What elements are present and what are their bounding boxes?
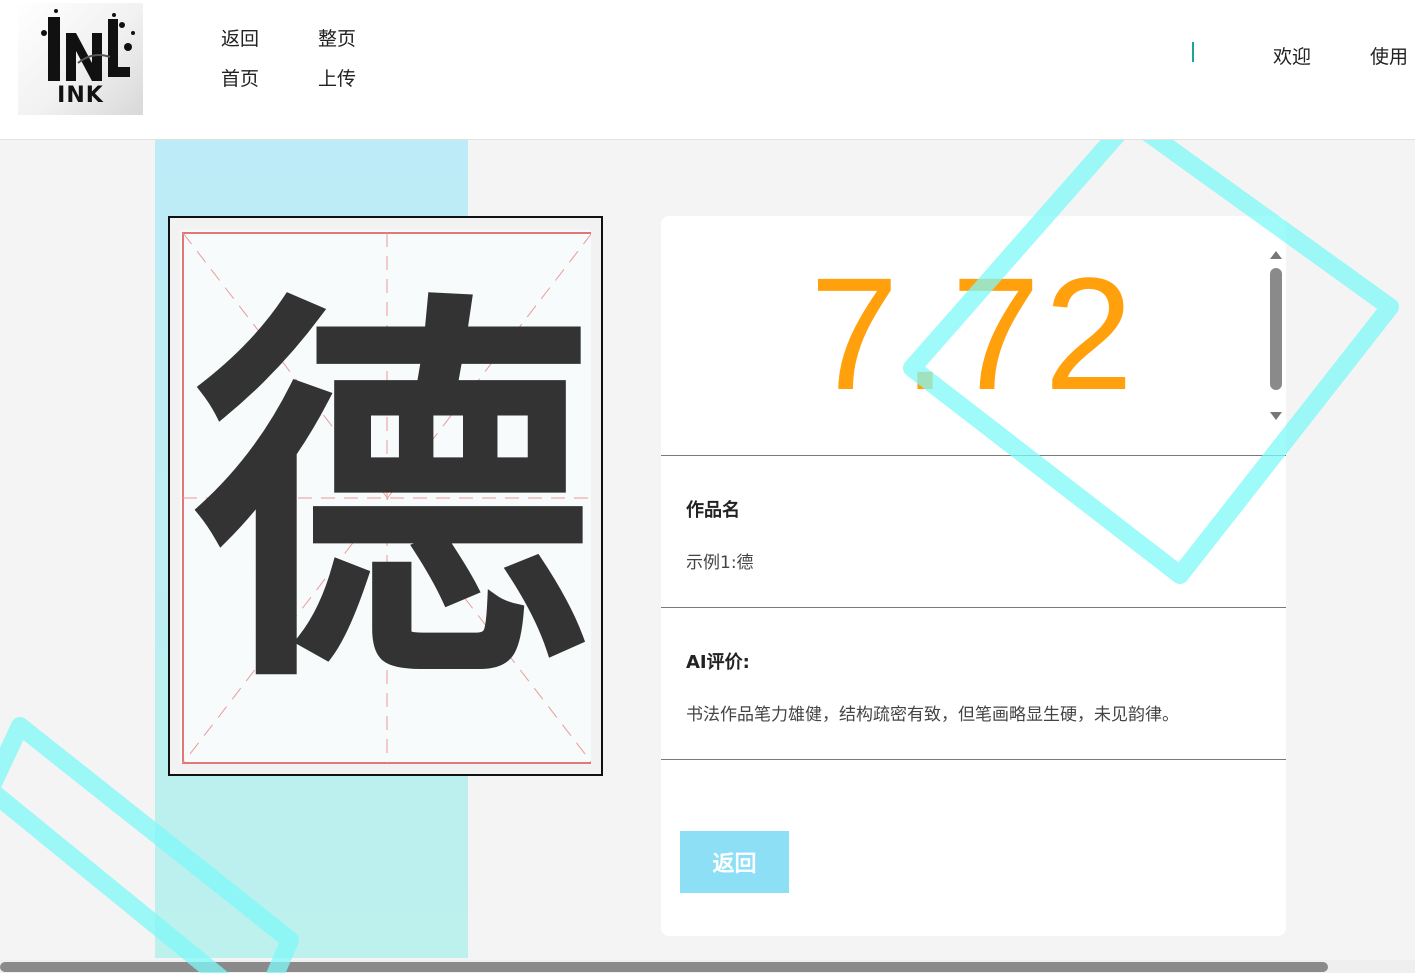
top-header: INK 返回 整页 首页 上传 欢迎 使用 [0,0,1415,140]
nav-upload-link[interactable]: 上传 [318,64,356,91]
nav-back-link[interactable]: 返回 [221,24,259,51]
scroll-down-arrow-icon[interactable] [1270,412,1282,420]
ai-review-label: AI评价: [686,652,750,673]
divider [661,759,1286,760]
scroll-up-arrow-icon[interactable] [1270,251,1282,259]
page-horizontal-scrollbar-thumb[interactable] [0,962,1328,972]
divider [661,455,1286,456]
ai-review-text: 书法作品笔力雄健，结构疏密有致，但笔画略显生硬，未见韵律。 [686,705,1179,725]
header-accent-bar [1192,42,1194,62]
nav-full-page-link[interactable]: 整页 [318,24,356,51]
score-scrollbar-thumb[interactable] [1270,268,1282,390]
nav-home-link[interactable]: 首页 [221,64,259,91]
calligraphy-character: 德 [192,261,592,731]
logo-text: INK [57,83,104,108]
welcome-link[interactable]: 欢迎 [1273,42,1311,69]
result-panel: 7.72 作品名 示例1:德 AI评价: 书法作品笔力雄健，结构疏密有致，但笔画… [661,216,1286,936]
work-name-value: 示例1:德 [686,553,754,573]
ink-logo[interactable]: INK [18,3,143,115]
artwork-grid: 德 [180,230,592,764]
back-button[interactable]: 返回 [680,831,789,893]
divider [661,607,1286,608]
usage-link[interactable]: 使用 [1370,42,1408,69]
artwork-card: 德 [168,216,603,776]
score-value: 7.72 [809,244,1138,423]
work-name-label: 作品名 [686,500,740,521]
